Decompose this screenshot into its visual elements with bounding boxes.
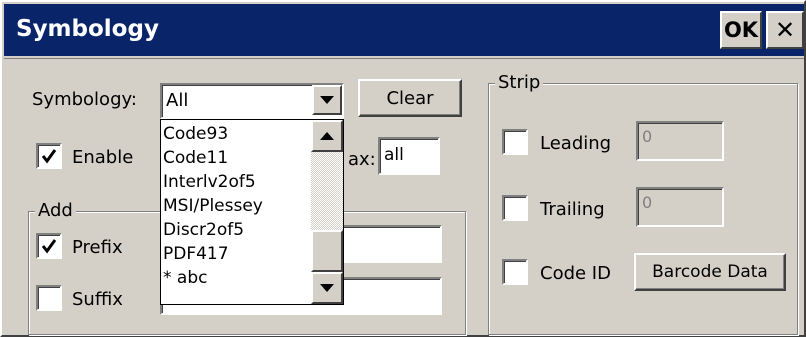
trailing-label: Trailing bbox=[540, 199, 605, 220]
list-item[interactable]: Code93 bbox=[163, 122, 228, 146]
symbology-dropdown-button[interactable] bbox=[312, 85, 342, 115]
add-group-title: Add bbox=[35, 200, 76, 221]
dropdown-scrollbar[interactable] bbox=[311, 120, 343, 304]
close-button[interactable]: ✕ bbox=[766, 11, 804, 49]
suffix-label: Suffix bbox=[72, 289, 123, 310]
scrollbar-thumb[interactable] bbox=[311, 230, 343, 272]
leading-value: 0 bbox=[642, 127, 653, 146]
list-item[interactable]: MSI/Plessey bbox=[163, 194, 263, 218]
strip-group-title: Strip bbox=[495, 72, 544, 93]
code-id-checkbox[interactable] bbox=[502, 259, 528, 285]
list-item[interactable]: Interlv2of5 bbox=[163, 170, 256, 194]
leading-input[interactable]: 0 bbox=[636, 121, 724, 161]
list-item[interactable]: Discr2of5 bbox=[163, 218, 244, 242]
chevron-up-icon bbox=[320, 132, 334, 140]
max-label: ax: bbox=[348, 149, 376, 170]
leading-label: Leading bbox=[540, 133, 612, 154]
ok-button[interactable]: OK bbox=[720, 11, 762, 49]
code-id-label: Code ID bbox=[540, 263, 611, 284]
chevron-down-icon bbox=[320, 284, 334, 292]
symbology-selected-value: All bbox=[166, 90, 189, 111]
suffix-checkbox[interactable] bbox=[36, 285, 62, 311]
prefix-label: Prefix bbox=[72, 237, 123, 258]
scroll-down-button[interactable] bbox=[311, 272, 343, 304]
trailing-input[interactable]: 0 bbox=[636, 187, 724, 227]
symbology-label: Symbology: bbox=[32, 89, 137, 110]
enable-label: Enable bbox=[72, 147, 134, 168]
scroll-up-button[interactable] bbox=[311, 120, 343, 152]
dialog-content: Symbology: All Clear Enable ax: all Add … bbox=[4, 58, 804, 337]
list-item[interactable]: PDF417 bbox=[163, 242, 229, 266]
window-title: Symbology bbox=[16, 16, 159, 42]
checkmark-icon bbox=[41, 239, 57, 254]
list-item[interactable]: Code11 bbox=[163, 146, 228, 170]
enable-checkbox[interactable] bbox=[36, 143, 62, 169]
barcode-data-button[interactable]: Barcode Data bbox=[634, 253, 786, 291]
chevron-down-icon bbox=[320, 96, 334, 104]
max-value: all bbox=[384, 145, 404, 165]
trailing-value: 0 bbox=[642, 193, 653, 212]
clear-button[interactable]: Clear bbox=[358, 79, 462, 117]
title-bar: Symbology OK ✕ bbox=[4, 4, 804, 56]
max-input[interactable]: all bbox=[378, 137, 440, 175]
checkmark-icon bbox=[41, 149, 57, 164]
symbology-dialog: Symbology OK ✕ Symbology: All Clear Enab… bbox=[0, 0, 806, 337]
list-item[interactable]: * abc bbox=[163, 266, 207, 290]
trailing-checkbox[interactable] bbox=[502, 195, 528, 221]
symbology-combobox[interactable]: All bbox=[160, 83, 344, 119]
leading-checkbox[interactable] bbox=[502, 129, 528, 155]
close-icon: ✕ bbox=[774, 16, 796, 44]
symbology-dropdown-list[interactable]: Code93 Code11 Interlv2of5 MSI/Plessey Di… bbox=[160, 119, 344, 305]
prefix-checkbox[interactable] bbox=[36, 233, 62, 259]
